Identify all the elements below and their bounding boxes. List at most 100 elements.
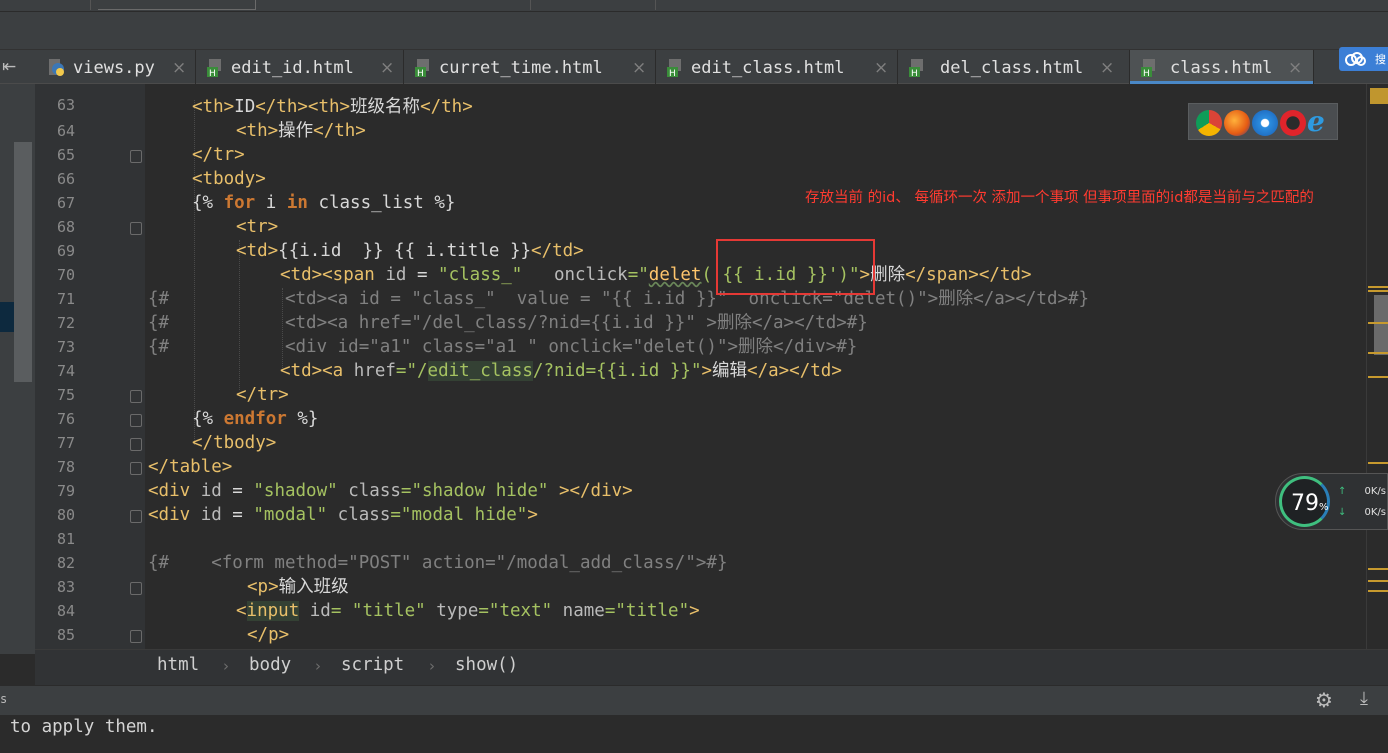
close-icon[interactable]: × [874, 58, 888, 78]
breadcrumb-item[interactable]: show() [455, 655, 518, 675]
chrome-icon[interactable] [1196, 110, 1222, 136]
title-bar [0, 0, 1388, 12]
code-line[interactable]: <div id = "shadow" class="shadow hide" >… [148, 479, 1348, 503]
line-number: 85 [56, 626, 75, 644]
title-divider [655, 0, 656, 10]
html-file-icon: H [667, 59, 681, 78]
breadcrumb-item[interactable]: script [341, 655, 404, 675]
code-line[interactable]: {# <td><a href="/del_class/?nid={{i.id }… [148, 311, 1348, 335]
title-divider [530, 0, 531, 10]
tab-label: class.html [1170, 58, 1273, 78]
close-icon[interactable]: × [380, 58, 394, 78]
code-line[interactable]: <div id = "modal" class="modal hide"> [148, 503, 1348, 527]
warning-marker[interactable] [1368, 290, 1388, 292]
chevron-right-icon: › [315, 657, 321, 675]
close-icon[interactable]: × [172, 58, 186, 78]
ie-icon[interactable]: e [1307, 108, 1333, 136]
svg-text:H: H [417, 69, 424, 78]
html-file-icon: H [207, 59, 221, 78]
code-line[interactable]: {# <form method="POST" action="/modal_ad… [148, 551, 1348, 575]
warning-marker[interactable] [1368, 462, 1388, 464]
line-number: 76 [56, 410, 75, 428]
tab-curret-time-html[interactable]: H curret_time.html × [404, 50, 656, 84]
safari-icon[interactable] [1252, 110, 1278, 136]
code-line[interactable]: </tr> [236, 383, 1388, 407]
close-icon[interactable]: × [1100, 58, 1114, 78]
fold-marker-icon[interactable] [130, 438, 142, 451]
breadcrumb-item[interactable]: html [157, 655, 199, 675]
title-divider [90, 0, 91, 10]
highlight-box [716, 239, 875, 295]
line-number: 82 [56, 554, 75, 572]
tool-window-label: s [0, 692, 8, 706]
fold-marker-icon[interactable] [130, 222, 142, 235]
code-line[interactable]: <p>输入班级 [247, 575, 1388, 599]
gear-icon[interactable]: ⚙ [1315, 688, 1333, 712]
close-icon[interactable]: × [632, 58, 646, 78]
line-number: 67 [56, 194, 75, 212]
warning-marker[interactable] [1368, 376, 1388, 378]
sync-badge[interactable]: 搜 [1339, 47, 1388, 71]
network-monitor-widget[interactable]: 79% ↑ 0K/s ↓ 0K/s [1275, 473, 1388, 530]
code-line[interactable]: {% endfor %} [192, 407, 1388, 431]
title-field[interactable] [98, 0, 256, 10]
svg-text:H: H [1143, 69, 1150, 78]
breadcrumb: html › body › script › show() [35, 649, 1388, 685]
collapse-panel-icon[interactable]: ⇤ [2, 57, 30, 77]
warning-marker[interactable] [1368, 352, 1388, 354]
line-number: 66 [56, 170, 75, 188]
warning-marker[interactable] [1368, 568, 1388, 570]
breadcrumb-item[interactable]: body [249, 655, 291, 675]
warning-marker[interactable] [1368, 286, 1388, 288]
html-file-icon: H [415, 59, 429, 78]
line-number: 72 [56, 314, 75, 332]
close-icon[interactable]: × [1288, 58, 1302, 78]
scroll-thumb[interactable] [1374, 295, 1388, 355]
status-message: to apply them. [10, 717, 158, 737]
warning-marker[interactable] [1368, 322, 1388, 324]
fold-marker-icon[interactable] [130, 390, 142, 403]
tab-edit-id-html[interactable]: H edit_id.html × [196, 50, 404, 84]
tab-label: views.py [73, 58, 155, 78]
line-number: 70 [56, 266, 75, 284]
cpu-gauge: 79% [1279, 476, 1330, 527]
cloud-icon [1345, 52, 1366, 66]
code-line[interactable]: </p> [247, 623, 1388, 647]
chevron-right-icon: › [429, 657, 435, 675]
code-line[interactable]: <td><a href="/edit_class/?nid={{i.id }}"… [280, 359, 1388, 383]
tab-edit-class-html[interactable]: H edit_class.html × [656, 50, 898, 84]
opera-icon[interactable] [1280, 110, 1306, 136]
line-number: 78 [56, 458, 75, 476]
html-file-icon: H [1141, 59, 1155, 78]
code-line[interactable]: {# <div id="a1" class="a1 " onclick="del… [148, 335, 1348, 359]
tab-class-html[interactable]: H class.html × [1130, 50, 1314, 84]
fold-marker-icon[interactable] [130, 414, 142, 427]
fold-marker-icon[interactable] [130, 462, 142, 475]
code-line[interactable]: </table> [148, 455, 1348, 479]
project-scroll-thumb[interactable] [14, 142, 32, 382]
code-line[interactable]: </tr> [192, 143, 1388, 167]
tab-views-py[interactable]: views.py × [38, 50, 196, 84]
tab-del-class-html[interactable]: H del_class.html × [898, 50, 1130, 84]
line-number: 81 [56, 530, 75, 548]
upload-value: 0K/s [1364, 486, 1387, 497]
code-line[interactable]: </tbody> [192, 431, 1388, 455]
fold-marker-icon[interactable] [130, 150, 142, 163]
svg-text:H: H [911, 69, 918, 78]
tab-label: del_class.html [940, 58, 1084, 78]
code-line[interactable]: <input id= "title" type="text" name="tit… [236, 599, 1388, 623]
line-number: 80 [56, 506, 75, 524]
code-line[interactable]: <tr> [236, 215, 1388, 239]
tab-label: edit_id.html [231, 58, 354, 78]
line-number: 83 [56, 578, 75, 596]
browser-preview-bar: e [1188, 103, 1338, 140]
download-icon[interactable]: ⤓ [1360, 688, 1368, 709]
fold-marker-icon[interactable] [130, 630, 142, 643]
warning-marker[interactable] [1368, 590, 1388, 592]
firefox-icon[interactable] [1224, 110, 1250, 136]
fold-marker-icon[interactable] [130, 510, 142, 523]
fold-marker-icon[interactable] [130, 582, 142, 595]
warning-marker[interactable] [1368, 580, 1388, 582]
line-number: 65 [56, 146, 75, 164]
warning-marker[interactable] [1370, 88, 1388, 104]
